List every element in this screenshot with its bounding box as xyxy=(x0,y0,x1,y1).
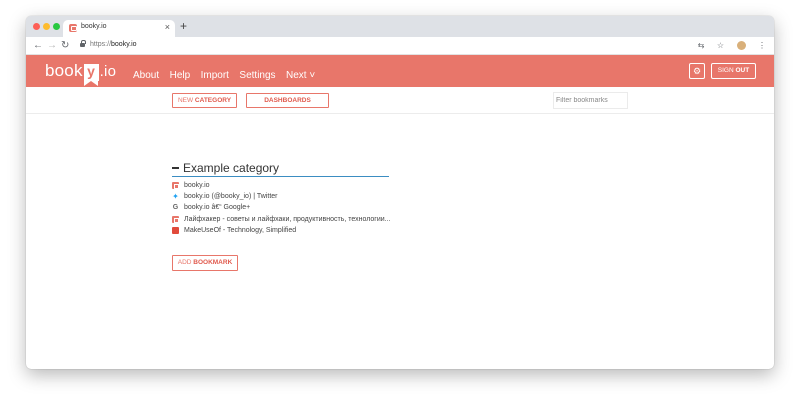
browser-window: booky.io × + ← → ↻ https://booky.io ⇆ ☆ … xyxy=(26,16,774,369)
booky-favicon-icon xyxy=(69,24,77,32)
dashboards-button[interactable]: DASHBOARDS xyxy=(246,93,329,108)
list-item[interactable]: ✦ booky.io (@booky_io) | Twitter xyxy=(172,191,412,202)
list-item[interactable]: MakeUseOf - Technology, Simplified xyxy=(172,225,412,236)
bookmark-label[interactable]: booky.io â€“ Google+ xyxy=(184,203,250,212)
browser-actions: ⇆ ☆ ⋮ xyxy=(690,39,766,52)
booky-logo[interactable]: book y .io xyxy=(45,60,116,86)
reload-icon[interactable]: ↻ xyxy=(61,39,69,52)
app-header: book y .io About Help Import Settings Next… xyxy=(26,55,774,87)
add-bookmark-button[interactable]: ADD BOOKMARK xyxy=(172,255,238,271)
address-bar: ← → ↻ https://booky.io ⇆ ☆ ⋮ xyxy=(26,37,774,55)
bookmark-label[interactable]: booky.io xyxy=(184,181,210,190)
category-title[interactable]: Example category xyxy=(183,161,279,175)
sign-out-button[interactable]: SIGN OUT xyxy=(711,63,756,79)
kebab-menu-icon[interactable]: ⋮ xyxy=(758,39,766,52)
back-arrow-icon[interactable]: ← xyxy=(33,39,43,52)
menu-about[interactable]: About xyxy=(133,70,159,81)
bookmark-label[interactable]: booky.io (@booky_io) | Twitter xyxy=(184,192,277,201)
makeuseof-icon xyxy=(172,226,179,234)
tab-title: booky.io xyxy=(81,23,107,30)
list-item[interactable]: Лайфхакер - советы и лайфхаки, продуктив… xyxy=(172,214,412,225)
bookmark-label[interactable]: Лайфхакер - советы и лайфхаки, продуктив… xyxy=(184,215,390,224)
bookmark-label[interactable]: MakeUseOf - Technology, Simplified xyxy=(184,226,296,235)
tab-booky[interactable]: booky.io × xyxy=(63,20,175,37)
new-category-button[interactable]: NEW CATEGORY xyxy=(172,93,237,108)
tab-bar: booky.io × + xyxy=(26,16,774,37)
list-item[interactable]: G booky.io â€“ Google+ xyxy=(172,202,412,213)
lifehacker-icon xyxy=(172,215,179,223)
profile-avatar[interactable] xyxy=(736,41,746,50)
google-icon: G xyxy=(172,204,179,212)
main-menu: About Help Import Settings Next ˅ xyxy=(133,65,321,83)
tab-close-icon[interactable]: × xyxy=(165,22,170,33)
menu-settings[interactable]: Settings xyxy=(239,70,275,81)
list-item[interactable]: booky.io xyxy=(172,180,412,191)
minimize-window-button[interactable] xyxy=(43,23,50,30)
lock-icon xyxy=(80,40,86,47)
star-icon[interactable]: ☆ xyxy=(717,39,724,52)
new-tab-button[interactable]: + xyxy=(180,19,187,33)
url-input[interactable]: https://booky.io xyxy=(76,39,706,52)
menu-import[interactable]: Import xyxy=(201,70,229,81)
menu-next[interactable]: Next ˅ xyxy=(286,70,315,81)
close-window-button[interactable] xyxy=(33,23,40,30)
menu-help[interactable]: Help xyxy=(170,70,191,81)
booky-icon xyxy=(172,182,179,189)
category-header: Example category xyxy=(172,161,389,177)
twitter-icon: ✦ xyxy=(172,192,179,202)
filter-bookmarks-input[interactable] xyxy=(553,92,628,109)
maximize-window-button[interactable] xyxy=(53,23,60,30)
collapse-icon[interactable] xyxy=(172,167,179,169)
url-text: https://booky.io xyxy=(90,41,137,48)
translate-icon[interactable]: ⇆ xyxy=(698,39,705,52)
forward-arrow-icon[interactable]: → xyxy=(47,39,57,52)
gear-icon[interactable]: ⚙ xyxy=(689,63,705,79)
bookmark-list: booky.io ✦ booky.io (@booky_io) | Twitte… xyxy=(172,180,412,236)
toolbar: NEW CATEGORY DASHBOARDS xyxy=(26,87,774,114)
